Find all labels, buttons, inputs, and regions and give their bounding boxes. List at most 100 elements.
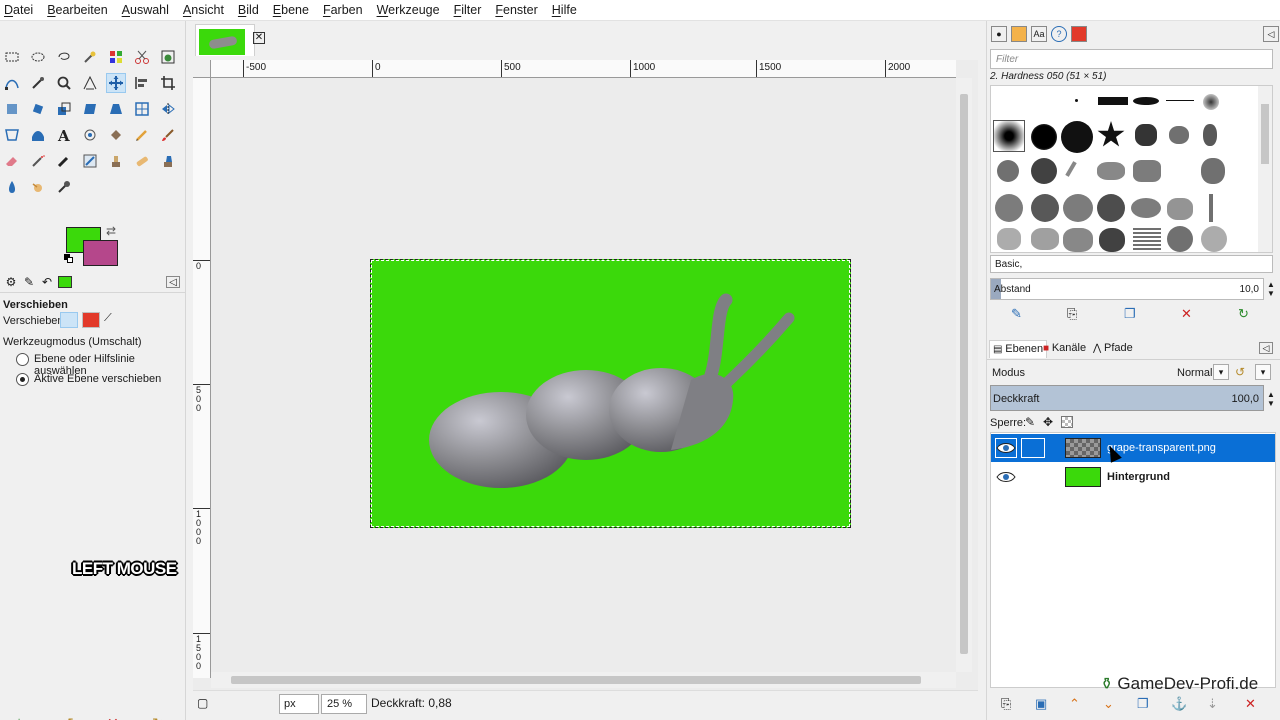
duplicate-layer-icon[interactable]: ❐ [1137, 696, 1149, 712]
brush-item[interactable] [1167, 226, 1193, 252]
brush-item[interactable] [997, 160, 1019, 182]
horizontal-scrollbar[interactable] [211, 672, 956, 688]
restore-preset-icon[interactable]: ↺ [62, 715, 74, 720]
spacing-stepper-icon[interactable]: ▲ ▼ [1267, 280, 1275, 298]
ellipse-select-icon[interactable] [28, 47, 48, 67]
gradients-tab-icon[interactable] [1071, 26, 1087, 42]
brush-item[interactable] [1098, 97, 1128, 105]
move-selection-button[interactable] [82, 312, 100, 328]
bucket-fill-icon[interactable] [106, 125, 126, 145]
reset-options-icon[interactable]: ↻ [152, 715, 164, 720]
eye-icon[interactable] [995, 438, 1017, 458]
paintbrush-icon[interactable] [158, 125, 178, 145]
brush-item[interactable] [1201, 226, 1227, 252]
brush-grid[interactable] [990, 85, 1273, 253]
crop-icon[interactable] [158, 73, 178, 93]
patterns-tab-icon[interactable] [1011, 26, 1027, 42]
layer-name[interactable]: Hintergrund [1107, 471, 1170, 483]
refresh-brushes-icon[interactable]: ↻ [1238, 306, 1249, 322]
flip-icon[interactable] [158, 99, 178, 119]
brush-filter-input[interactable]: Filter [990, 49, 1273, 69]
anchor-layer-icon[interactable]: ⚓ [1171, 696, 1187, 712]
brush-scrollbar[interactable] [1258, 86, 1272, 252]
dock-menu-icon[interactable]: ◁ [1263, 26, 1279, 42]
brush-item[interactable] [1135, 124, 1157, 146]
unit-select[interactable]: px [279, 694, 319, 714]
fonts-tab-icon[interactable]: Aa [1031, 26, 1047, 42]
brush-item[interactable] [1097, 194, 1125, 222]
edit-brush-icon[interactable]: ✎ [1011, 306, 1022, 322]
chain-icon[interactable] [1021, 438, 1045, 458]
lower-layer-icon[interactable]: ⌄ [1103, 696, 1114, 712]
image-tab[interactable] [195, 24, 255, 56]
menu-werkzeuge[interactable]: Werkzeuge [377, 3, 440, 17]
layers-dock-menu-icon[interactable]: ◁ [1259, 342, 1273, 354]
foreground-select-icon[interactable] [158, 47, 178, 67]
brush-item[interactable] [1203, 124, 1217, 146]
text-tool-icon[interactable]: A [54, 125, 74, 145]
chevron-down-icon[interactable]: ▾ [1255, 364, 1271, 380]
image-layer[interactable] [370, 259, 851, 528]
layer-name[interactable]: grape-transparent.png [1107, 442, 1216, 454]
align-icon[interactable] [132, 73, 152, 93]
delete-preset-icon[interactable]: ✕ [107, 715, 119, 720]
shear-icon[interactable] [80, 99, 100, 119]
opacity-stepper-icon[interactable]: ▲ ▼ [1267, 390, 1275, 408]
brush-item[interactable] [1097, 121, 1125, 147]
close-icon[interactable]: ✕ [253, 32, 265, 44]
zoom-select[interactable]: 25 % [321, 694, 367, 714]
menu-filter[interactable]: Filter [454, 3, 482, 17]
brush-item[interactable] [1063, 194, 1093, 222]
move-layer-button[interactable] [60, 312, 78, 328]
color-select-icon[interactable] [106, 47, 126, 67]
zoom-icon[interactable] [54, 73, 74, 93]
measure-icon[interactable] [80, 73, 100, 93]
menu-ansicht[interactable]: Ansicht [183, 3, 224, 17]
perspective-clone-icon[interactable] [158, 151, 178, 171]
rect-select-icon[interactable] [2, 47, 22, 67]
brush-item[interactable] [1209, 194, 1213, 222]
background-color-swatch[interactable] [83, 240, 118, 266]
new-brush-icon[interactable]: ⎘ [1067, 306, 1077, 322]
duplicate-brush-icon[interactable]: ❐ [1124, 306, 1136, 322]
brush-preset-select[interactable]: Basic, [990, 255, 1273, 273]
brush-item[interactable] [1065, 161, 1077, 177]
brush-item[interactable] [1169, 126, 1189, 144]
navigate-icon[interactable]: ▢ [197, 696, 208, 710]
3d-transform-icon[interactable] [132, 99, 152, 119]
help-tab-icon[interactable]: ? [1051, 26, 1067, 42]
brushes-tab-icon[interactable]: ● [991, 26, 1007, 42]
brush-item[interactable] [1133, 97, 1159, 105]
move-active-layer-radio[interactable] [16, 373, 29, 386]
brush-item[interactable] [1099, 228, 1125, 252]
chevron-down-icon[interactable]: ▾ [1213, 364, 1229, 380]
panel-menu-icon[interactable]: ◁ [166, 276, 180, 288]
handle-transform-icon[interactable] [80, 125, 100, 145]
lock-position-icon[interactable]: ✥ [1043, 415, 1053, 429]
brush-item[interactable] [1061, 121, 1093, 153]
brush-item[interactable] [993, 120, 1025, 152]
brush-item[interactable] [1097, 162, 1125, 180]
brush-item[interactable] [1133, 228, 1161, 252]
brush-item[interactable] [1131, 198, 1161, 218]
scissors-icon[interactable] [132, 47, 152, 67]
cage-transform-icon[interactable] [2, 125, 22, 145]
brush-item[interactable] [1031, 228, 1059, 250]
new-layer-icon[interactable]: ⎘ [1001, 696, 1011, 712]
dodge-burn-icon[interactable] [54, 177, 74, 197]
horizontal-scroll-thumb[interactable] [231, 676, 921, 684]
color-picker-icon[interactable] [28, 73, 48, 93]
brush-item[interactable] [1031, 158, 1057, 184]
clone-icon[interactable] [106, 151, 126, 171]
brush-item[interactable] [1201, 158, 1225, 184]
undo-history-tab-icon[interactable]: ↶ [38, 274, 56, 290]
ruler-corner-icon[interactable] [193, 60, 211, 78]
blur-icon[interactable] [2, 177, 22, 197]
swap-colors-icon[interactable]: ⇄ [106, 224, 116, 238]
brush-item[interactable] [1166, 100, 1194, 101]
pencil-icon[interactable] [132, 125, 152, 145]
brush-item[interactable] [995, 194, 1023, 222]
unified-transform-icon[interactable] [2, 99, 22, 119]
raise-layer-icon[interactable]: ⌃ [1069, 696, 1080, 712]
eye-icon[interactable] [995, 467, 1017, 487]
